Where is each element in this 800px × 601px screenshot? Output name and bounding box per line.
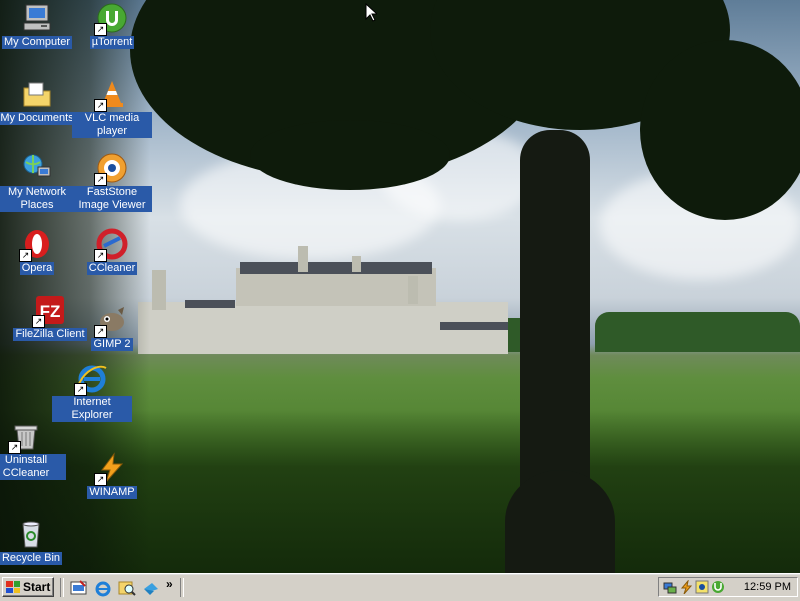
desktop-icon-gimp[interactable]: ↗ GIMP 2 — [72, 304, 152, 351]
ie-icon: ↗ — [74, 362, 108, 396]
utorrent-tray-icon[interactable] — [711, 580, 725, 594]
desktop-icon-faststone[interactable]: ↗ FastStone Image Viewer — [72, 152, 152, 212]
tree-canopy — [640, 40, 800, 220]
icon-label: WINAMP — [87, 486, 137, 499]
shortcut-arrow-icon: ↗ — [32, 315, 45, 328]
start-button[interactable]: Start — [2, 577, 54, 597]
start-label: Start — [23, 580, 51, 594]
network-icon — [21, 152, 53, 184]
filezilla-icon: FZ ↗ — [32, 294, 66, 328]
chateau-tower — [408, 276, 418, 304]
utorrent-icon: ↗ — [94, 2, 128, 36]
taskbar-separator — [180, 578, 184, 597]
tree-line — [595, 312, 800, 352]
taskbar-clock[interactable]: 12:59 PM — [744, 581, 791, 593]
desktop-icon-internet-explorer[interactable]: ↗ Internet Explorer — [52, 362, 132, 422]
icon-label: My Network Places — [0, 186, 77, 212]
desktop-icon-recycle-bin[interactable]: Recycle Bin — [0, 518, 71, 565]
windows-flag-icon — [6, 581, 20, 593]
faststone-tray-icon[interactable] — [695, 580, 709, 594]
desktop-icon-opera[interactable]: ↗ Opera — [0, 228, 77, 275]
ccleaner-icon: ↗ — [94, 228, 128, 262]
computer-icon — [21, 2, 53, 34]
desktop-icon-vlc[interactable]: ↗ VLC media player — [72, 78, 152, 138]
chateau-roof — [240, 262, 432, 274]
desktop-icon-winamp[interactable]: ↗ WINAMP — [72, 452, 152, 499]
chateau-tower — [152, 270, 166, 310]
gimp-icon: ↗ — [94, 304, 128, 338]
recycle-bin-icon — [15, 518, 47, 550]
shortcut-arrow-icon: ↗ — [94, 249, 107, 262]
shortcut-arrow-icon: ↗ — [94, 99, 107, 112]
icon-label: My Documents — [0, 112, 76, 125]
shortcut-arrow-icon: ↗ — [94, 23, 107, 36]
desktop-icon-my-network-places[interactable]: My Network Places — [0, 152, 77, 212]
winamp-tray-icon[interactable] — [679, 579, 693, 595]
quick-launch-messenger[interactable] — [142, 579, 160, 597]
quick-launch-show-desktop[interactable] — [70, 579, 88, 597]
quick-launch-internet-explorer[interactable] — [94, 579, 112, 597]
desktop-icon-my-documents[interactable]: My Documents — [0, 78, 77, 125]
icon-label: Internet Explorer — [52, 396, 132, 422]
icon-label: Recycle Bin — [0, 552, 63, 565]
tree-canopy — [250, 120, 450, 190]
system-tray: 12:59 PM — [658, 577, 798, 597]
icon-label: VLC media player — [72, 112, 152, 138]
messenger-icon — [144, 583, 158, 595]
network-tray-icon[interactable] — [663, 580, 677, 594]
desktop-icon-utorrent[interactable]: ↗ µTorrent — [72, 2, 152, 49]
icon-label: GIMP 2 — [91, 338, 133, 351]
shortcut-arrow-icon: ↗ — [94, 173, 107, 186]
uninstall-icon: ↗ — [8, 420, 42, 454]
taskbar: Start » 12:59 PM — [0, 573, 800, 601]
chateau-tower — [298, 246, 308, 272]
icon-label: My Computer — [1, 36, 73, 49]
vlc-cone-icon: ↗ — [94, 78, 128, 112]
desktop-icon-my-computer[interactable]: My Computer — [0, 2, 77, 49]
faststone-icon: ↗ — [94, 152, 128, 186]
ie-icon — [95, 581, 111, 597]
shortcut-arrow-icon: ↗ — [94, 473, 107, 486]
desktop-icon-ccleaner[interactable]: ↗ CCleaner — [72, 228, 152, 275]
mouse-cursor-icon — [365, 3, 377, 22]
chateau-roof — [440, 322, 508, 330]
shortcut-arrow-icon: ↗ — [8, 441, 21, 454]
icon-label: CCleaner — [86, 262, 138, 275]
icon-label: Uninstall CCleaner — [0, 454, 66, 480]
show-desktop-icon — [70, 580, 87, 595]
shortcut-arrow-icon: ↗ — [94, 325, 107, 338]
folder-icon — [21, 78, 53, 110]
icon-label: Opera — [19, 262, 55, 275]
quick-launch-more-chevron[interactable]: » — [166, 577, 173, 591]
desktop-icon-uninstall-ccleaner[interactable]: ↗ Uninstall CCleaner — [0, 420, 66, 480]
chateau-tower — [352, 256, 361, 272]
search-icon — [118, 581, 136, 596]
shortcut-arrow-icon: ↗ — [74, 383, 87, 396]
tree-trunk-base — [505, 470, 615, 573]
quick-launch-search[interactable] — [118, 579, 136, 597]
taskbar-separator — [60, 578, 64, 597]
shortcut-arrow-icon: ↗ — [19, 249, 32, 262]
chateau-roof — [185, 300, 235, 308]
opera-icon: ↗ — [19, 228, 53, 262]
icon-label: FastStone Image Viewer — [72, 186, 152, 212]
winamp-icon: ↗ — [94, 452, 128, 486]
icon-label: µTorrent — [89, 36, 135, 49]
